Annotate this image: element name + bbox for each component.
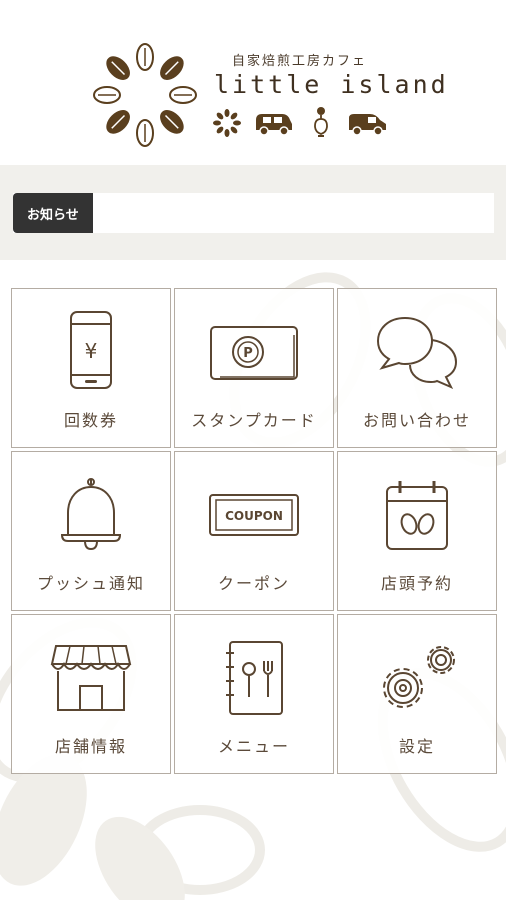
gears-icon bbox=[383, 646, 455, 708]
calendar-icon bbox=[386, 481, 448, 550]
storefront-icon bbox=[50, 645, 132, 711]
van-icon bbox=[349, 114, 386, 136]
tile-stamp-card[interactable]: P スタンプカード bbox=[174, 288, 334, 448]
tile-label: メニュー bbox=[217, 737, 290, 756]
stamp-card-icon: P bbox=[210, 326, 298, 380]
smartphone-yen-icon: ¥ bbox=[70, 311, 112, 389]
tile-label: 回数券 bbox=[63, 411, 118, 430]
menu-book-icon bbox=[226, 641, 283, 715]
coffee-bean-logo-icon bbox=[93, 43, 197, 147]
tile-label: お問い合わせ bbox=[362, 411, 471, 430]
stamp-symbol: P bbox=[243, 346, 253, 361]
speech-bubbles-icon bbox=[376, 316, 458, 389]
lightbulb-icon bbox=[314, 107, 328, 137]
app-header: 自家焙煎工房カフェ little island bbox=[0, 0, 506, 165]
tile-ticket[interactable]: ¥ 回数券 bbox=[11, 288, 171, 448]
tile-reservation[interactable]: 店頭予約 bbox=[337, 451, 497, 611]
bell-icon bbox=[60, 478, 122, 551]
bean-ring-icon bbox=[213, 109, 241, 137]
tile-label: クーポン bbox=[217, 574, 290, 593]
brand-subtitle: 自家焙煎工房カフェ bbox=[232, 54, 368, 69]
tile-label: プッシュ通知 bbox=[36, 574, 145, 593]
brand-name: little island bbox=[214, 70, 449, 99]
notice-bar[interactable]: お知らせ bbox=[13, 193, 494, 233]
notice-label: お知らせ bbox=[13, 193, 93, 233]
coupon-ticket-icon: COUPON bbox=[209, 494, 299, 536]
brand-icon-row bbox=[212, 106, 390, 140]
tile-store-info[interactable]: 店舗情報 bbox=[11, 614, 171, 774]
tile-label: 店頭予約 bbox=[380, 574, 453, 593]
menu-grid: ¥ 回数券 P スタンプカード お問い合わせ プッシュ通知 COUPON クーポ… bbox=[11, 288, 497, 774]
tile-label: 店舗情報 bbox=[54, 737, 127, 756]
yen-symbol: ¥ bbox=[85, 339, 98, 363]
car-icon bbox=[256, 114, 292, 136]
coupon-text: COUPON bbox=[225, 509, 283, 523]
tile-menu[interactable]: メニュー bbox=[174, 614, 334, 774]
notice-section: お知らせ bbox=[0, 165, 506, 260]
tile-coupon[interactable]: COUPON クーポン bbox=[174, 451, 334, 611]
tile-label: スタンプカード bbox=[191, 411, 317, 430]
tile-settings[interactable]: 設定 bbox=[337, 614, 497, 774]
tile-push-notification[interactable]: プッシュ通知 bbox=[11, 451, 171, 611]
tile-contact[interactable]: お問い合わせ bbox=[337, 288, 497, 448]
tile-label: 設定 bbox=[398, 737, 435, 756]
